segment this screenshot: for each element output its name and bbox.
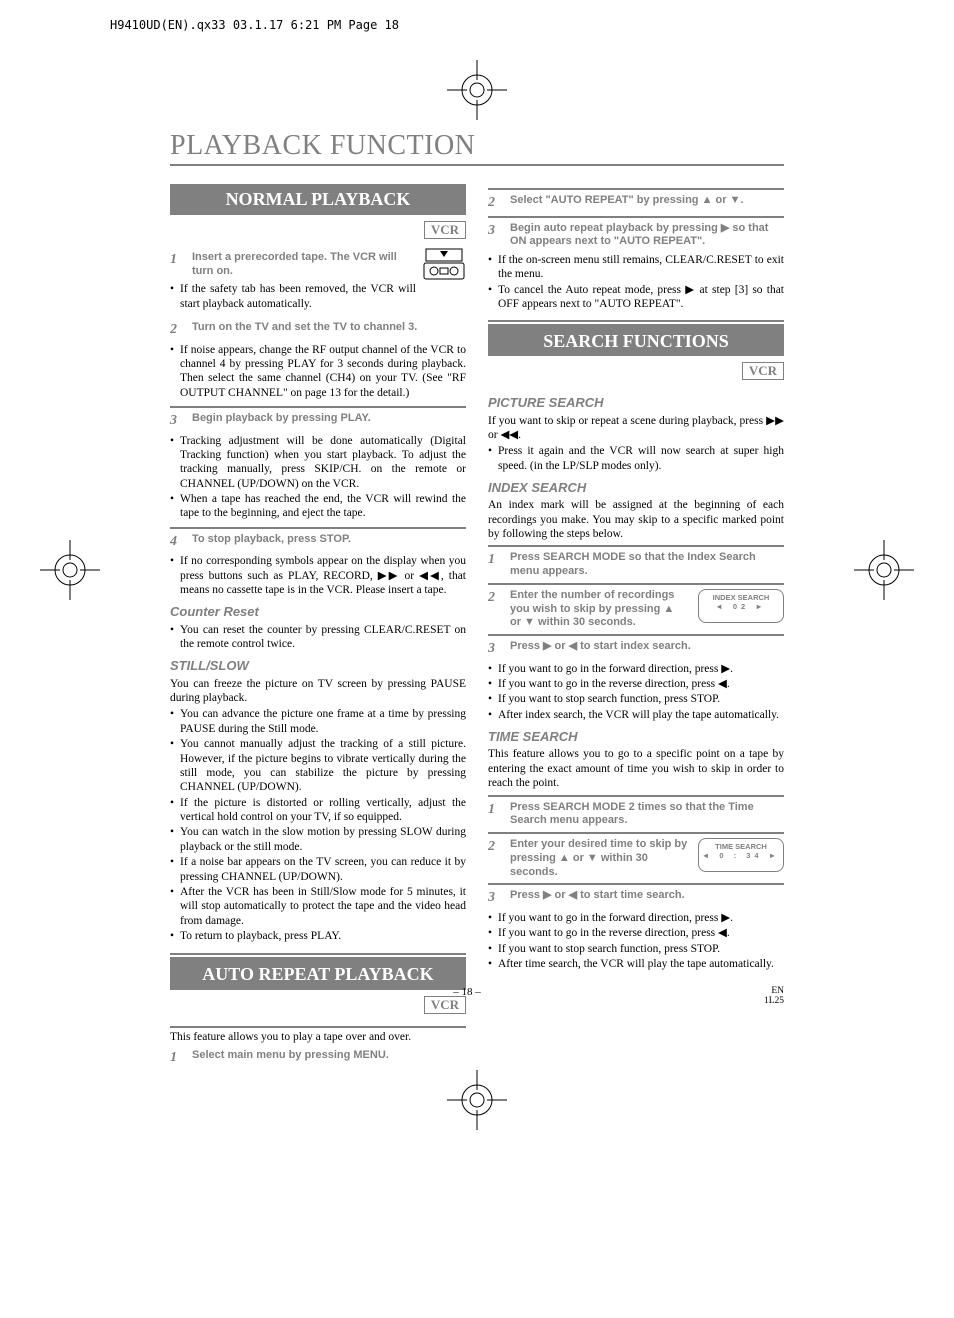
bullet-no-tape: If no corresponding symbols appear on th…	[170, 554, 466, 597]
bullet-super-high-speed: Press it again and the VCR will now sear…	[488, 444, 784, 473]
bullet-return-play: To return to playback, press PLAY.	[170, 929, 466, 943]
time-osd: TIME SEARCH◄ 0 : 34 ►	[698, 838, 784, 872]
still-slow-head: STILL/SLOW	[170, 658, 466, 674]
index-step-3: 3Press ▶ or ◀ to start index search.	[488, 640, 784, 658]
auto-step-2: 2Select "AUTO REPEAT" by pressing ▲ or ▼…	[488, 194, 784, 212]
bullet-auto-stop: After the VCR has been in Still/Slow mod…	[170, 885, 466, 928]
bullet-ts-stop: If you want to stop search function, pre…	[488, 942, 784, 956]
normal-step-1: 1Insert a prerecorded tape. The VCR will…	[170, 251, 416, 279]
bullet-advance-frame: You can advance the picture one frame at…	[170, 707, 466, 736]
time-step-2: 2 TIME SEARCH◄ 0 : 34 ► Enter your desir…	[488, 838, 784, 879]
bullet-idx-fwd: If you want to go in the forward directi…	[488, 662, 784, 676]
footer-lang: EN	[771, 986, 784, 996]
bullet-idx-rev: If you want to go in the reverse directi…	[488, 677, 784, 691]
bullet-slow-motion: You can watch in the slow motion by pres…	[170, 825, 466, 854]
print-slug: H9410UD(EN).qx33 03.1.17 6:21 PM Page 18	[110, 18, 399, 32]
cassette-icon	[422, 247, 466, 285]
bullet-idx-stop: If you want to stop search function, pre…	[488, 692, 784, 706]
bullet-ts-rev: If you want to go in the reverse directi…	[488, 926, 784, 940]
index-step-2: 2 INDEX SEARCH◄ 02 ► Enter the number of…	[488, 589, 784, 630]
crop-mark-right	[854, 540, 914, 600]
vcr-badge: VCR	[424, 221, 466, 239]
crop-mark-left	[40, 540, 100, 600]
index-search-head: INDEX SEARCH	[488, 480, 784, 496]
index-search-para: An index mark will be assigned at the be…	[488, 498, 784, 541]
bullet-ts-fwd: If you want to go in the forward directi…	[488, 911, 784, 925]
time-search-head: TIME SEARCH	[488, 729, 784, 745]
bullet-tracking: Tracking adjustment will be done automat…	[170, 434, 466, 492]
bullet-counter-reset: You can reset the counter by pressing CL…	[170, 623, 466, 652]
picture-search-head: PICTURE SEARCH	[488, 395, 784, 411]
crop-mark-top	[447, 60, 507, 120]
picture-search-para: If you want to skip or repeat a scene du…	[488, 414, 784, 443]
bullet-exit-menu: If the on-screen menu still remains, CLE…	[488, 253, 784, 282]
bullet-safety-tab: If the safety tab has been removed, the …	[170, 282, 466, 311]
auto-step-1: 1Select main menu by pressing MENU.	[170, 1049, 466, 1067]
normal-step-4: 4To stop playback, press STOP.	[170, 533, 466, 551]
index-step-1: 1Press SEARCH MODE so that the Index Sea…	[488, 551, 784, 579]
crop-mark-bottom	[447, 1070, 507, 1130]
bullet-vertical-hold: If the picture is distorted or rolling v…	[170, 796, 466, 825]
bullet-still-tracking: You cannot manually adjust the tracking …	[170, 737, 466, 795]
bullet-ts-play: After time search, the VCR will play the…	[488, 957, 784, 971]
auto-repeat-para: This feature allows you to play a tape o…	[170, 1030, 466, 1044]
still-slow-para: You can freeze the picture on TV screen …	[170, 677, 466, 706]
bullet-tape-end: When a tape has reached the end, the VCR…	[170, 492, 466, 521]
counter-reset-head: Counter Reset	[170, 604, 466, 620]
right-column: 2Select "AUTO REPEAT" by pressing ▲ or ▼…	[488, 184, 784, 1070]
left-column: NORMAL PLAYBACK VCR 1Insert a prerecorde…	[170, 184, 466, 1070]
search-functions-banner: SEARCH FUNCTIONS	[488, 324, 784, 357]
bullet-rf-channel: If noise appears, change the RF output c…	[170, 343, 466, 401]
footer-code: 1L25	[764, 996, 784, 1006]
page-number: – 18 –	[453, 986, 481, 1007]
index-osd: INDEX SEARCH◄ 02 ►	[698, 589, 784, 623]
bullet-noise-bar: If a noise bar appears on the TV screen,…	[170, 855, 466, 884]
time-step-3: 3Press ▶ or ◀ to start time search.	[488, 889, 784, 907]
normal-playback-banner: NORMAL PLAYBACK	[170, 184, 466, 215]
page-title: PLAYBACK FUNCTION	[170, 130, 784, 166]
auto-step-3: 3Begin auto repeat playback by pressing …	[488, 222, 784, 250]
time-search-para: This feature allows you to go to a speci…	[488, 747, 784, 790]
bullet-cancel-repeat: To cancel the Auto repeat mode, press ▶ …	[488, 283, 784, 312]
normal-step-2: 2Turn on the TV and set the TV to channe…	[170, 321, 466, 339]
normal-step-3: 3Begin playback by pressing PLAY.	[170, 412, 466, 430]
auto-repeat-banner: AUTO REPEAT PLAYBACK	[170, 957, 466, 990]
bullet-idx-play: After index search, the VCR will play th…	[488, 708, 784, 722]
vcr-badge: VCR	[742, 362, 784, 380]
time-step-1: 1Press SEARCH MODE 2 times so that the T…	[488, 801, 784, 829]
